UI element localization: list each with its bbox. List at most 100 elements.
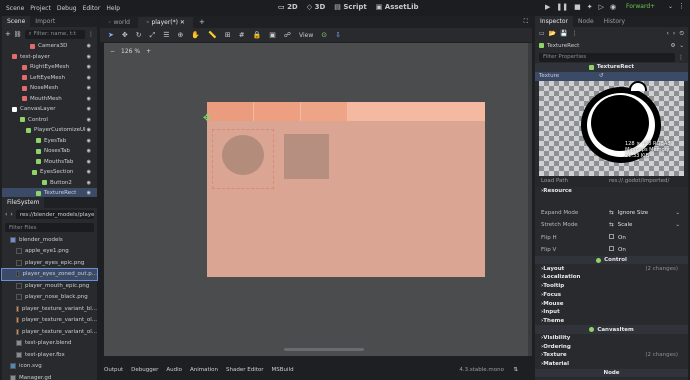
tab-player[interactable]: ◦ player(*) ✕ [137,16,193,28]
menu-project[interactable]: Project [30,5,51,12]
scene-tree-item[interactable]: LeftEyeMesh ◉ [2,73,97,84]
tab-scene[interactable]: Scene [2,16,31,27]
file-item[interactable]: test-player.blend [2,338,97,350]
stop-icon[interactable]: ■ [574,3,581,11]
load-icon[interactable]: 📂 [549,30,556,37]
visibility-icon[interactable]: ◉ [87,43,91,49]
move-tool-icon[interactable]: ✥ [122,31,128,39]
ruler-tool-icon[interactable]: 📏 [208,31,217,39]
movie-icon[interactable]: ◉ [610,3,616,11]
back-icon[interactable]: ‹ [667,30,669,37]
pan-tool-icon[interactable]: ✋ [191,31,200,39]
snap-icon[interactable]: ⊞ [225,31,231,39]
visibility-icon[interactable]: ◉ [87,169,91,175]
scene-tree-item[interactable]: CanvasLayer ◉ [2,104,97,115]
visibility-icon[interactable]: ◉ [87,159,91,165]
history-icon[interactable]: ⏲ [679,30,684,38]
zoom-in-icon[interactable]: + [146,48,151,55]
view-menu[interactable]: View [299,32,313,39]
chevron-down-icon[interactable]: ⌄ [675,210,680,216]
scene-tree-item[interactable]: Camera3D ◉ [2,41,97,52]
lock-icon[interactable]: 🔒 [253,31,262,39]
zoom-level[interactable]: 126 % [121,48,140,55]
inspector-section[interactable]: › Material [535,360,688,369]
save-icon[interactable]: 💾 [560,30,567,37]
mode-script-button[interactable]: ▤ Script [334,3,366,11]
pivot-tool-icon[interactable]: ⊕ [178,31,184,39]
inspector-node-name[interactable]: TextureRect [547,43,579,49]
checkbox-icon[interactable] [609,234,614,240]
property-value[interactable]: ⇆ Ignore Size [609,210,648,216]
property-row[interactable]: Expand Mode ⇆ Ignore Size ⌄ [535,207,688,219]
inspector-section[interactable]: › Mouse [535,299,688,308]
visibility-icon[interactable]: ◉ [87,75,91,81]
property-value[interactable]: On [609,246,626,253]
scene-filter-input[interactable]: ⌕ Filter: name, t:t [24,29,85,39]
file-item[interactable]: player_eyes_epic.png [2,257,97,269]
path-input[interactable]: res://blender_models/playe [15,210,95,219]
file-filter-input[interactable]: Filter Files [5,223,94,232]
menu-scene[interactable]: Scene [6,5,24,12]
scene-tree-item[interactable]: NosesTab ◉ [2,146,97,157]
file-item[interactable]: player_texture_variant_ol... [2,326,97,338]
menu-help[interactable]: Help [106,5,120,12]
scene-tree-item[interactable]: NoseMesh ◉ [2,83,97,94]
new-resource-icon[interactable]: ▭ [539,30,545,37]
visibility-icon[interactable]: ◉ [87,127,91,133]
zoom-out-icon[interactable]: − [110,48,115,55]
visibility-icon[interactable]: ◉ [87,54,91,60]
visibility-icon[interactable]: ◉ [87,96,91,102]
back-icon[interactable]: ‹ [5,211,7,218]
scene-tree-item[interactable]: MouthsTab ◉ [2,157,97,168]
property-value[interactable]: ⇆ Scale [609,222,632,228]
checkbox-icon[interactable] [609,246,614,252]
file-item[interactable]: player_nose_black.png [2,292,97,304]
tab-history[interactable]: History [599,16,630,27]
tab-filesystem[interactable]: FileSystem [2,197,45,208]
menu-debug[interactable]: Debug [57,5,77,12]
play-scene-icon[interactable]: ▷ [599,3,604,11]
property-filter-input[interactable]: Filter Properties [539,52,675,62]
play-icon[interactable]: ▶ [545,3,550,11]
file-item[interactable]: Manager.gd [2,372,97,380]
scale-tool-icon[interactable]: ⤢ [150,31,156,40]
renderer-select[interactable]: Forward+ [626,3,655,10]
inspector-section[interactable]: › Texture (2 changes) [535,351,688,360]
add-node-icon[interactable]: + [5,30,11,38]
visibility-icon[interactable]: ◉ [87,106,91,112]
visibility-icon[interactable]: ◉ [87,64,91,70]
filter-options-icon[interactable]: ⋮ [88,31,94,38]
texture-preview[interactable]: 128 × 128 RGBA8 Mipmaps Memory: 21.33 Ki… [539,80,684,176]
file-item[interactable]: blender_models [2,234,97,246]
tab-import[interactable]: Import [30,16,60,27]
file-item[interactable]: player_texture_variant_bl... [2,303,97,315]
visibility-icon[interactable]: ◉ [87,180,91,186]
inspector-section[interactable]: › Visibility [535,334,688,343]
file-item[interactable]: player_eyes_zoned_out.p... [1,267,98,281]
mode-2d-button[interactable]: ▭ 2D [278,3,298,11]
mode-assetlib-button[interactable]: ▣ AssetLib [376,3,419,11]
scene-tree-item[interactable]: PlayerCustomizeUI ◉ [2,125,97,136]
anchor-handle-icon[interactable]: ✥ [203,113,215,125]
file-item[interactable]: apple_eye1.png [2,246,97,258]
horizontal-scrollbar[interactable] [284,348,364,351]
visibility-icon[interactable]: ◉ [87,148,91,154]
menu-editor[interactable]: Editor [83,5,101,12]
inspector-section[interactable]: › Ordering [535,342,688,351]
pause-icon[interactable]: ❚❚ [556,3,568,11]
group-icon[interactable]: ▣ [269,31,276,39]
noses-tab[interactable] [254,102,300,121]
scene-tree-item[interactable]: Button2 ◉ [2,178,97,189]
inspector-section[interactable]: › Input [535,308,688,317]
property-value[interactable]: On [609,234,626,241]
chevron-down-icon[interactable]: ⌄ [668,3,673,10]
inspector-section[interactable]: › Localization [535,273,688,282]
select-tool-icon[interactable]: ➤ [108,31,114,39]
property-row[interactable]: Flip V On [535,244,688,256]
tab-world[interactable]: ◦ world [100,19,138,26]
canvas-viewport[interactable]: − 126 % + ✥ [104,43,528,356]
visibility-icon[interactable]: ◉ [87,190,91,196]
visibility-icon[interactable]: ◉ [87,117,91,123]
vertical-scrollbar[interactable] [528,43,532,356]
link-icon[interactable]: ⛓ [14,31,22,38]
